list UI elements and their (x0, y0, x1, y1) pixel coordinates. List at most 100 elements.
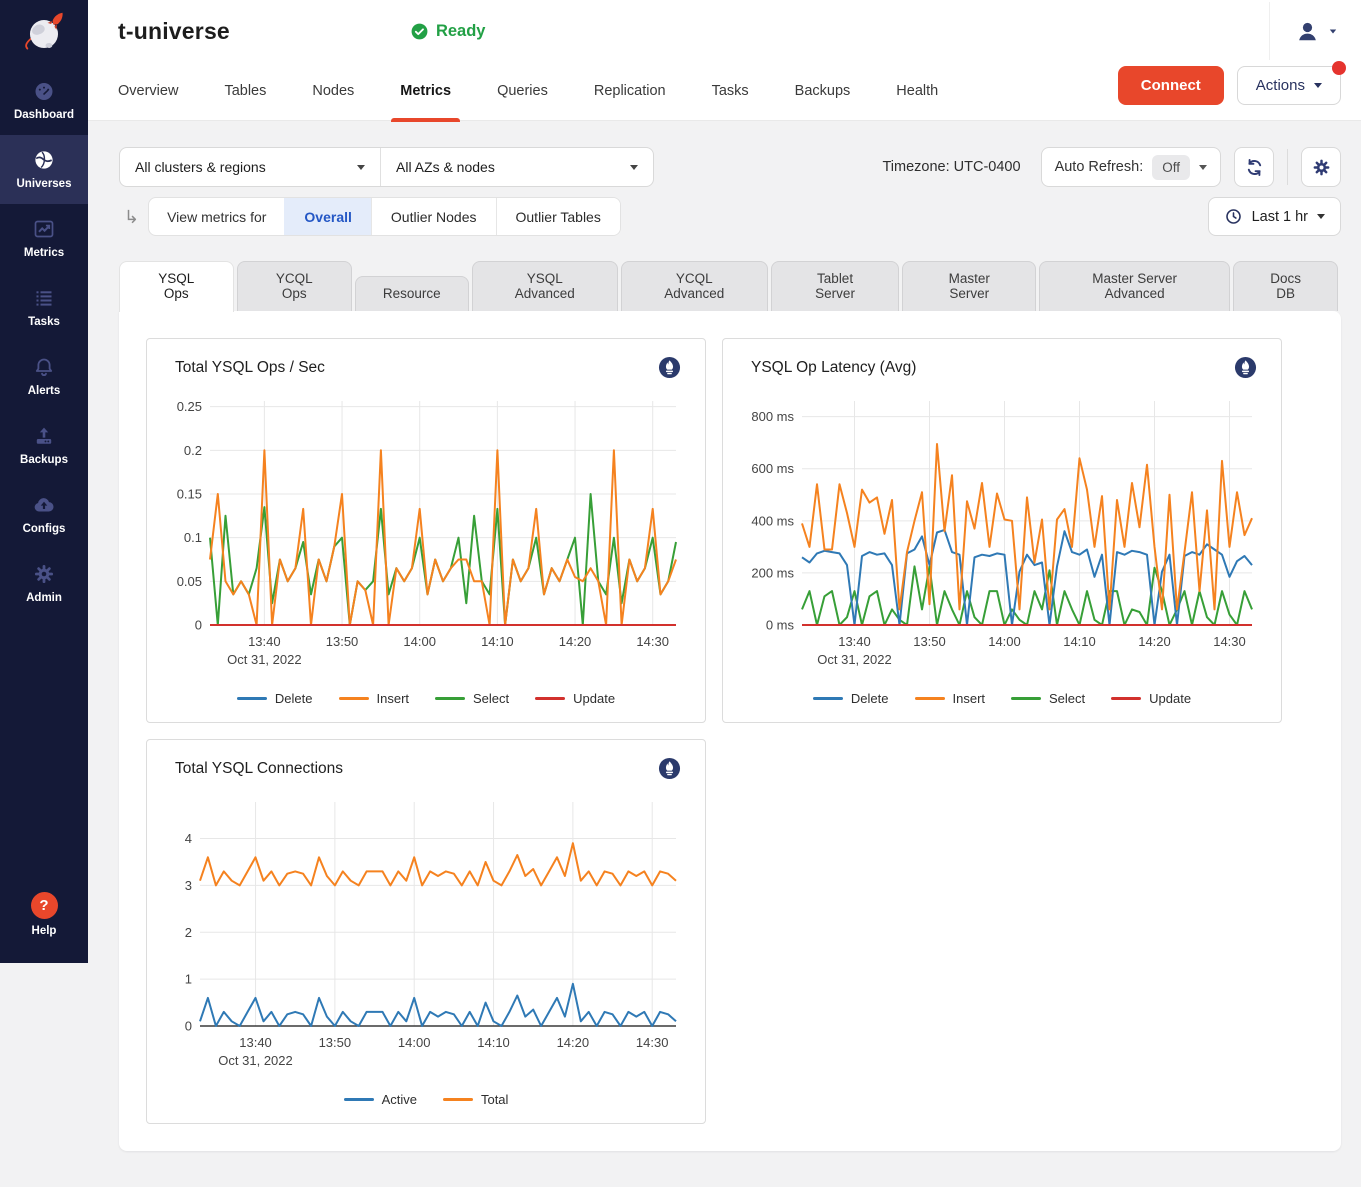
svg-text:0.05: 0.05 (177, 574, 202, 589)
sidebar-item-label: Metrics (24, 247, 64, 259)
tab-replication[interactable]: Replication (571, 60, 689, 122)
chart-legend: Delete Insert Select Update (147, 689, 705, 716)
legend-swatch (237, 697, 267, 700)
metric-tab-resource[interactable]: Resource (355, 276, 469, 311)
metric-tab-master-server[interactable]: Master Server (902, 261, 1036, 311)
view-metrics-group: View metrics for OverallOutlier NodesOut… (148, 197, 621, 236)
yugabyte-logo-icon[interactable] (0, 0, 88, 66)
legend-item-insert[interactable]: Insert (915, 691, 986, 706)
tab-queries[interactable]: Queries (474, 60, 571, 122)
prometheus-icon[interactable] (658, 356, 681, 379)
chevron-down-icon (1317, 214, 1325, 219)
metric-tab-tablet-server[interactable]: Tablet Server (771, 261, 900, 311)
gauge-icon (32, 79, 56, 103)
view-metrics-label: View metrics for (149, 198, 284, 235)
svg-text:13:40: 13:40 (838, 634, 871, 649)
sidebar-item-metrics[interactable]: Metrics (0, 204, 88, 273)
svg-text:600 ms: 600 ms (751, 461, 794, 476)
metric-tab-ysql-advanced[interactable]: YSQL Advanced (472, 261, 618, 311)
svg-text:0.25: 0.25 (177, 399, 202, 414)
legend-item-update[interactable]: Update (535, 691, 615, 706)
chart-plot[interactable]: 13:40Oct 31, 202213:5014:0014:1014:2014:… (170, 790, 682, 1090)
chart-header: Total YSQL Ops / Sec (147, 356, 705, 379)
settings-button[interactable] (1301, 147, 1341, 187)
chart-title: Total YSQL Connections (175, 760, 343, 778)
legend-item-delete[interactable]: Delete (813, 691, 889, 706)
cloud-upload-icon (32, 493, 56, 517)
chart-total-ysql-ops-sec: Total YSQL Ops / Sec 13:40Oct 31, 202213:… (146, 338, 706, 723)
legend-item-select[interactable]: Select (1011, 691, 1085, 706)
chevron-down-icon (1314, 83, 1322, 88)
auto-refresh-dropdown[interactable]: Auto Refresh: Off (1041, 147, 1221, 187)
svg-text:14:00: 14:00 (988, 634, 1021, 649)
sidebar-item-dashboard[interactable]: Dashboard (0, 66, 88, 135)
tab-tasks[interactable]: Tasks (689, 60, 772, 122)
legend-item-update[interactable]: Update (1111, 691, 1191, 706)
chart-total-ysql-connections: Total YSQL Connections13:40Oct 31, 20221… (146, 739, 706, 1124)
svg-text:4: 4 (185, 831, 192, 846)
sidebar: DashboardUniverses Metrics TasksAlertsBack… (0, 0, 88, 963)
svg-text:14:10: 14:10 (477, 1035, 510, 1050)
svg-text:3: 3 (185, 878, 192, 893)
actions-button[interactable]: Actions (1237, 66, 1341, 105)
header-divider (1269, 2, 1270, 60)
prometheus-icon[interactable] (1234, 356, 1257, 379)
sidebar-item-admin[interactable]: Admin (0, 549, 88, 618)
check-circle-icon (410, 22, 429, 41)
legend-item-insert[interactable]: Insert (339, 691, 410, 706)
svg-text:14:30: 14:30 (636, 1035, 669, 1050)
time-range-button[interactable]: Last 1 hr (1208, 197, 1341, 236)
scope-tab-overall[interactable]: Overall (284, 198, 370, 235)
scope-tab-outlier-tables[interactable]: Outlier Tables (496, 198, 620, 235)
legend-label: Update (573, 691, 615, 706)
svg-text:14:30: 14:30 (1213, 634, 1246, 649)
content: All clusters & regions All AZs & nodes T… (88, 121, 1361, 1187)
tab-tables[interactable]: Tables (201, 60, 289, 122)
legend-item-delete[interactable]: Delete (237, 691, 313, 706)
metric-tab-docs-db[interactable]: Docs DB (1233, 261, 1338, 311)
sidebar-item-label: Admin (26, 592, 62, 604)
legend-swatch (813, 697, 843, 700)
metric-tab-ycql-ops[interactable]: YCQL Ops (237, 261, 352, 311)
controls-divider (1287, 149, 1288, 185)
chart-legend: Active Total (147, 1090, 705, 1117)
svg-text:14:20: 14:20 (557, 1035, 590, 1050)
tab-health[interactable]: Health (873, 60, 961, 122)
chart-plot[interactable]: 13:40Oct 31, 202213:5014:0014:1014:2014:… (170, 389, 682, 689)
tab-backups[interactable]: Backups (772, 60, 874, 122)
metric-tab-master-server-advanced[interactable]: Master Server Advanced (1039, 261, 1230, 311)
svg-text:0.2: 0.2 (184, 443, 202, 458)
metric-tab-ycql-advanced[interactable]: YCQL Advanced (621, 261, 768, 311)
help-icon: ? (31, 892, 58, 919)
tab-metrics[interactable]: Metrics (377, 60, 474, 122)
connect-button[interactable]: Connect (1118, 66, 1224, 105)
user-menu[interactable] (1294, 18, 1337, 45)
sidebar-item-alerts[interactable]: Alerts (0, 342, 88, 411)
svg-text:1: 1 (185, 972, 192, 987)
legend-item-select[interactable]: Select (435, 691, 509, 706)
chart-title: Total YSQL Ops / Sec (175, 359, 325, 377)
scope-tab-outlier-nodes[interactable]: Outlier Nodes (371, 198, 496, 235)
clusters-regions-dropdown[interactable]: All clusters & regions (120, 148, 380, 186)
chart-legend: Delete Insert Select Update (723, 689, 1281, 716)
refresh-button[interactable] (1234, 147, 1274, 187)
top-right (1269, 2, 1337, 60)
tab-overview[interactable]: Overview (118, 60, 201, 122)
universe-title: t-universe (118, 18, 230, 45)
svg-text:2: 2 (185, 925, 192, 940)
sidebar-item-tasks[interactable]: Tasks (0, 273, 88, 342)
chart-plot[interactable]: 13:40Oct 31, 202213:5014:0014:1014:2014:… (746, 389, 1258, 689)
svg-text:Oct 31, 2022: Oct 31, 2022 (218, 1053, 292, 1068)
svg-text:14:20: 14:20 (559, 634, 592, 649)
tab-nodes[interactable]: Nodes (289, 60, 377, 122)
sidebar-item-backups[interactable]: Backups (0, 411, 88, 480)
settings-gear-icon (1311, 157, 1332, 178)
sidebar-item-help[interactable]: ? Help (0, 879, 88, 951)
prometheus-icon[interactable] (658, 757, 681, 780)
legend-item-total[interactable]: Total (443, 1092, 508, 1107)
azs-nodes-dropdown[interactable]: All AZs & nodes (380, 148, 653, 186)
legend-item-active[interactable]: Active (344, 1092, 417, 1107)
metric-tab-ysql-ops[interactable]: YSQL Ops (119, 261, 234, 312)
sidebar-item-configs[interactable]: Configs (0, 480, 88, 549)
sidebar-item-universes[interactable]: Universes (0, 135, 88, 204)
